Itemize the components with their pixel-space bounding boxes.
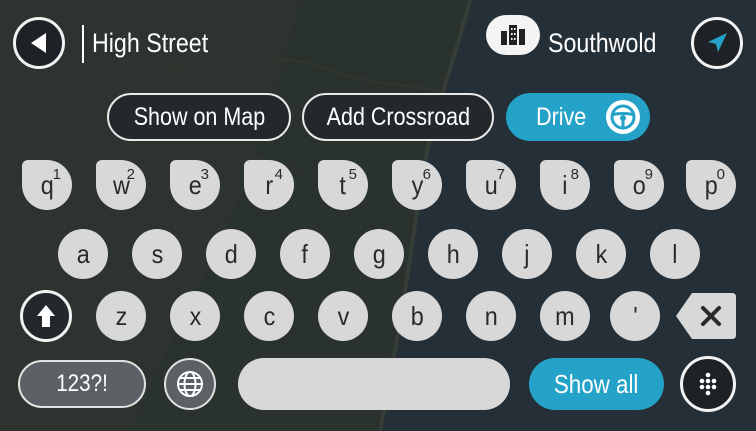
city-button[interactable]: [486, 15, 540, 55]
key-x[interactable]: x: [170, 291, 220, 341]
navigation-arrow-icon: [708, 33, 727, 52]
key-label: f: [301, 238, 309, 269]
city-label[interactable]: Southwold: [548, 24, 656, 62]
space-key[interactable]: [238, 358, 510, 410]
text-cursor: [82, 25, 84, 63]
key-b[interactable]: b: [392, 291, 442, 341]
key-label: ': [632, 300, 638, 331]
backspace-key[interactable]: [674, 290, 738, 342]
add-crossroad-label: Add Crossroad: [326, 102, 470, 131]
current-location-button[interactable]: [691, 17, 743, 69]
key-f[interactable]: f: [280, 229, 330, 279]
key-label: x: [189, 300, 201, 331]
key-label: v: [337, 300, 349, 331]
key-t[interactable]: t 5: [318, 160, 368, 210]
steering-wheel-icon: [606, 100, 640, 134]
key-i[interactable]: i 8: [540, 160, 590, 210]
shift-key[interactable]: [20, 290, 72, 342]
key-q[interactable]: q 1: [22, 160, 72, 210]
key-label: z: [115, 300, 127, 331]
drive-button[interactable]: Drive: [506, 93, 650, 141]
show-on-map-button[interactable]: Show on Map: [107, 93, 291, 141]
show-on-map-label: Show on Map: [133, 102, 265, 131]
key-apostrophe[interactable]: ': [610, 291, 660, 341]
key-label: h: [446, 238, 460, 269]
key-number: 1: [52, 166, 61, 183]
back-arrow-icon: [31, 33, 46, 53]
key-label: o: [632, 169, 646, 200]
key-c[interactable]: c: [244, 291, 294, 341]
key-number: 8: [570, 166, 579, 183]
back-button[interactable]: [13, 17, 65, 69]
search-screen: High Street Southwold Show on Map Add Cr…: [0, 0, 756, 431]
key-label: j: [524, 238, 530, 269]
key-number: 3: [200, 166, 209, 183]
key-m[interactable]: m: [540, 291, 590, 341]
key-label: d: [224, 238, 238, 269]
key-number: 4: [274, 166, 283, 183]
key-e[interactable]: e 3: [170, 160, 220, 210]
show-all-label: Show all: [554, 368, 639, 399]
key-number: 6: [422, 166, 431, 183]
city-buildings-icon: [501, 25, 525, 45]
key-label: e: [188, 169, 202, 200]
key-label: c: [263, 300, 275, 331]
drive-label: Drive: [536, 102, 587, 131]
key-u[interactable]: u 7: [466, 160, 516, 210]
key-label: k: [595, 238, 607, 269]
key-label: t: [339, 169, 347, 200]
key-label: l: [672, 238, 678, 269]
language-key[interactable]: [164, 358, 216, 410]
key-label: b: [410, 300, 424, 331]
key-v[interactable]: v: [318, 291, 368, 341]
key-z[interactable]: z: [96, 291, 146, 341]
numbers-symbols-key[interactable]: 123?!: [18, 360, 146, 408]
key-h[interactable]: h: [428, 229, 478, 279]
show-all-button[interactable]: Show all: [529, 358, 664, 410]
add-crossroad-button[interactable]: Add Crossroad: [302, 93, 494, 141]
key-number: 0: [716, 166, 725, 183]
key-label: m: [555, 300, 575, 331]
numbers-symbols-label: 123?!: [56, 370, 108, 397]
key-label: y: [411, 169, 423, 200]
key-g[interactable]: g: [354, 229, 404, 279]
key-r[interactable]: r 4: [244, 160, 294, 210]
key-n[interactable]: n: [466, 291, 516, 341]
key-s[interactable]: s: [132, 229, 182, 279]
key-p[interactable]: p 0: [686, 160, 736, 210]
key-label: s: [151, 238, 163, 269]
key-number: 7: [496, 166, 505, 183]
key-k[interactable]: k: [576, 229, 626, 279]
key-label: r: [265, 169, 273, 200]
key-y[interactable]: y 6: [392, 160, 442, 210]
key-o[interactable]: o 9: [614, 160, 664, 210]
key-number: 2: [126, 166, 135, 183]
hide-keyboard-button[interactable]: [680, 356, 736, 412]
key-number: 5: [348, 166, 357, 183]
key-w[interactable]: w 2: [96, 160, 146, 210]
key-a[interactable]: a: [58, 229, 108, 279]
key-label: a: [76, 238, 90, 269]
shift-arrow-icon: [37, 305, 55, 327]
key-l[interactable]: l: [650, 229, 700, 279]
key-label: g: [372, 238, 386, 269]
search-input[interactable]: High Street: [92, 24, 208, 62]
key-label: u: [484, 169, 498, 200]
keyboard-dots-icon: [699, 372, 717, 396]
key-label: q: [40, 169, 54, 200]
key-label: n: [484, 300, 498, 331]
key-d[interactable]: d: [206, 229, 256, 279]
key-number: 9: [644, 166, 653, 183]
key-label: p: [704, 169, 718, 200]
key-label: i: [562, 169, 568, 200]
globe-icon: [177, 371, 203, 397]
key-j[interactable]: j: [502, 229, 552, 279]
